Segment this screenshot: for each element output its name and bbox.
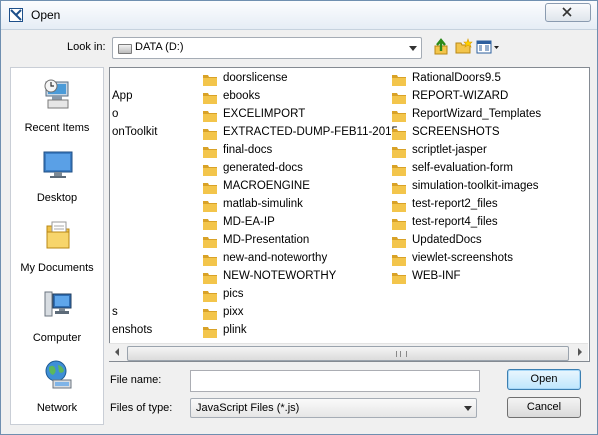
files-of-type-label: Files of type:: [110, 402, 173, 414]
folder-icon: [203, 327, 217, 338]
places-label: Computer: [32, 332, 82, 344]
places-my-documents[interactable]: My Documents: [11, 218, 103, 282]
file-name-label: File name:: [110, 374, 162, 386]
my-documents-icon: [46, 221, 70, 249]
folder-icon: [203, 147, 217, 158]
folder-icon: [203, 183, 217, 194]
app-icon: [9, 8, 23, 22]
network-icon: [45, 360, 72, 389]
places-label: Network: [36, 402, 78, 414]
folder-name: doorslicense: [223, 72, 288, 84]
close-button[interactable]: [545, 3, 591, 22]
folder-name: REPORT-WIZARD: [412, 90, 509, 102]
folder-icon: [392, 93, 406, 104]
cancel-button[interactable]: Cancel: [507, 397, 581, 418]
folder-name: pixx: [223, 306, 244, 318]
chevron-down-icon: [464, 406, 472, 411]
folder-icon: [392, 75, 406, 86]
file-list: App o onToolkit s enshots doorslicense eb…: [109, 67, 590, 362]
folder-name: NEW-NOTEWORTHY: [223, 270, 337, 282]
places-label: Recent Items: [24, 122, 90, 134]
drive-icon: [118, 44, 132, 54]
folder-icon: [392, 183, 406, 194]
chevron-down-icon: [409, 46, 417, 51]
window-title: Open: [31, 8, 61, 22]
folder-icon: [392, 201, 406, 212]
folder-name: scriptlet-jasper: [412, 144, 487, 156]
folder-icon: [392, 147, 406, 158]
folder-name: plink: [223, 324, 247, 336]
folder-icon: [392, 237, 406, 248]
recent-items-icon: [44, 79, 69, 109]
open-dialog: Open Look in: DATA (D:) Recent Items Des…: [0, 0, 598, 435]
look-in-dropdown[interactable]: DATA (D:): [112, 37, 422, 59]
folder-icon: [203, 75, 217, 86]
open-button[interactable]: Open: [507, 369, 581, 390]
folder-name: WEB-INF: [412, 270, 461, 282]
folder-name: UpdatedDocs: [412, 234, 482, 246]
scrollbar-thumb[interactable]: [127, 345, 598, 361]
view-menu-icon[interactable]: [476, 38, 500, 56]
folder-name: generated-docs: [223, 162, 303, 174]
folder-name: EXTRACTED-DUMP-FEB11-2015: [223, 126, 398, 138]
close-icon: [562, 7, 572, 17]
folder-name: test-report2_files: [412, 198, 498, 210]
folder-name: self-evaluation-form: [412, 162, 513, 174]
folder-name: MD-Presentation: [223, 234, 310, 246]
folder-name: SCREENSHOTS: [412, 126, 500, 138]
folder-icon: [203, 237, 217, 248]
files-of-type-value: JavaScript Files (*.js): [196, 402, 300, 414]
places-label: My Documents: [20, 262, 94, 274]
folder-icon: [392, 111, 406, 122]
folder-icon: [203, 111, 217, 122]
folder-name: EXCELIMPORT: [223, 108, 306, 120]
title-bar[interactable]: Open: [1, 1, 597, 30]
new-folder-icon[interactable]: [454, 38, 474, 56]
folder-icon: [392, 165, 406, 176]
folder-icon: [392, 273, 406, 284]
folder-name: pics: [223, 288, 244, 300]
places-label: Desktop: [36, 192, 78, 204]
desktop-icon: [43, 151, 73, 178]
places-network[interactable]: Network: [11, 358, 103, 422]
folder-name: ReportWizard_Templates: [412, 108, 542, 120]
folder-icon: [392, 255, 406, 266]
folder-icon: [203, 309, 217, 320]
folder-icon: [203, 291, 217, 302]
folder-name: simulation-toolkit-images: [412, 180, 539, 192]
file-name-input[interactable]: [190, 370, 480, 392]
folder-icon: [203, 129, 217, 140]
up-folder-icon[interactable]: [432, 38, 452, 56]
folder-name: final-docs: [223, 144, 273, 156]
look-in-label: Look in:: [67, 41, 106, 53]
folder-name: MACROENGINE: [223, 180, 310, 192]
scroll-left-icon[interactable]: [109, 344, 125, 360]
folder-icon: [203, 201, 217, 212]
places-recent-items[interactable]: Recent Items: [11, 78, 103, 142]
places-desktop[interactable]: Desktop: [11, 148, 103, 212]
places-bar: Recent Items Desktop My Documents Comput…: [10, 67, 104, 425]
folder-icon: [203, 165, 217, 176]
folder-name: matlab-simulink: [223, 198, 303, 210]
scrollbar-grip-icon: [396, 351, 407, 357]
files-of-type-dropdown[interactable]: JavaScript Files (*.js): [190, 398, 477, 418]
folder-name: viewlet-screenshots: [412, 252, 513, 264]
folder-icon: [203, 273, 217, 284]
folder-name: test-report4_files: [412, 216, 498, 228]
folder-icon: [392, 129, 406, 140]
look-in-value: DATA (D:): [135, 41, 184, 53]
folder-icon: [392, 219, 406, 230]
horizontal-scrollbar[interactable]: [109, 343, 588, 361]
folder-name: MD-EA-IP: [223, 216, 275, 228]
folder-name: RationalDoors9.5: [412, 72, 501, 84]
computer-icon: [44, 291, 72, 317]
folder-icon: [203, 255, 217, 266]
places-computer[interactable]: Computer: [11, 288, 103, 352]
folder-icon: [203, 93, 217, 104]
folder-icon: [203, 219, 217, 230]
folder-name: ebooks: [223, 90, 261, 102]
scroll-right-icon[interactable]: [572, 344, 588, 360]
folder-name: new-and-noteworthy: [223, 252, 328, 264]
